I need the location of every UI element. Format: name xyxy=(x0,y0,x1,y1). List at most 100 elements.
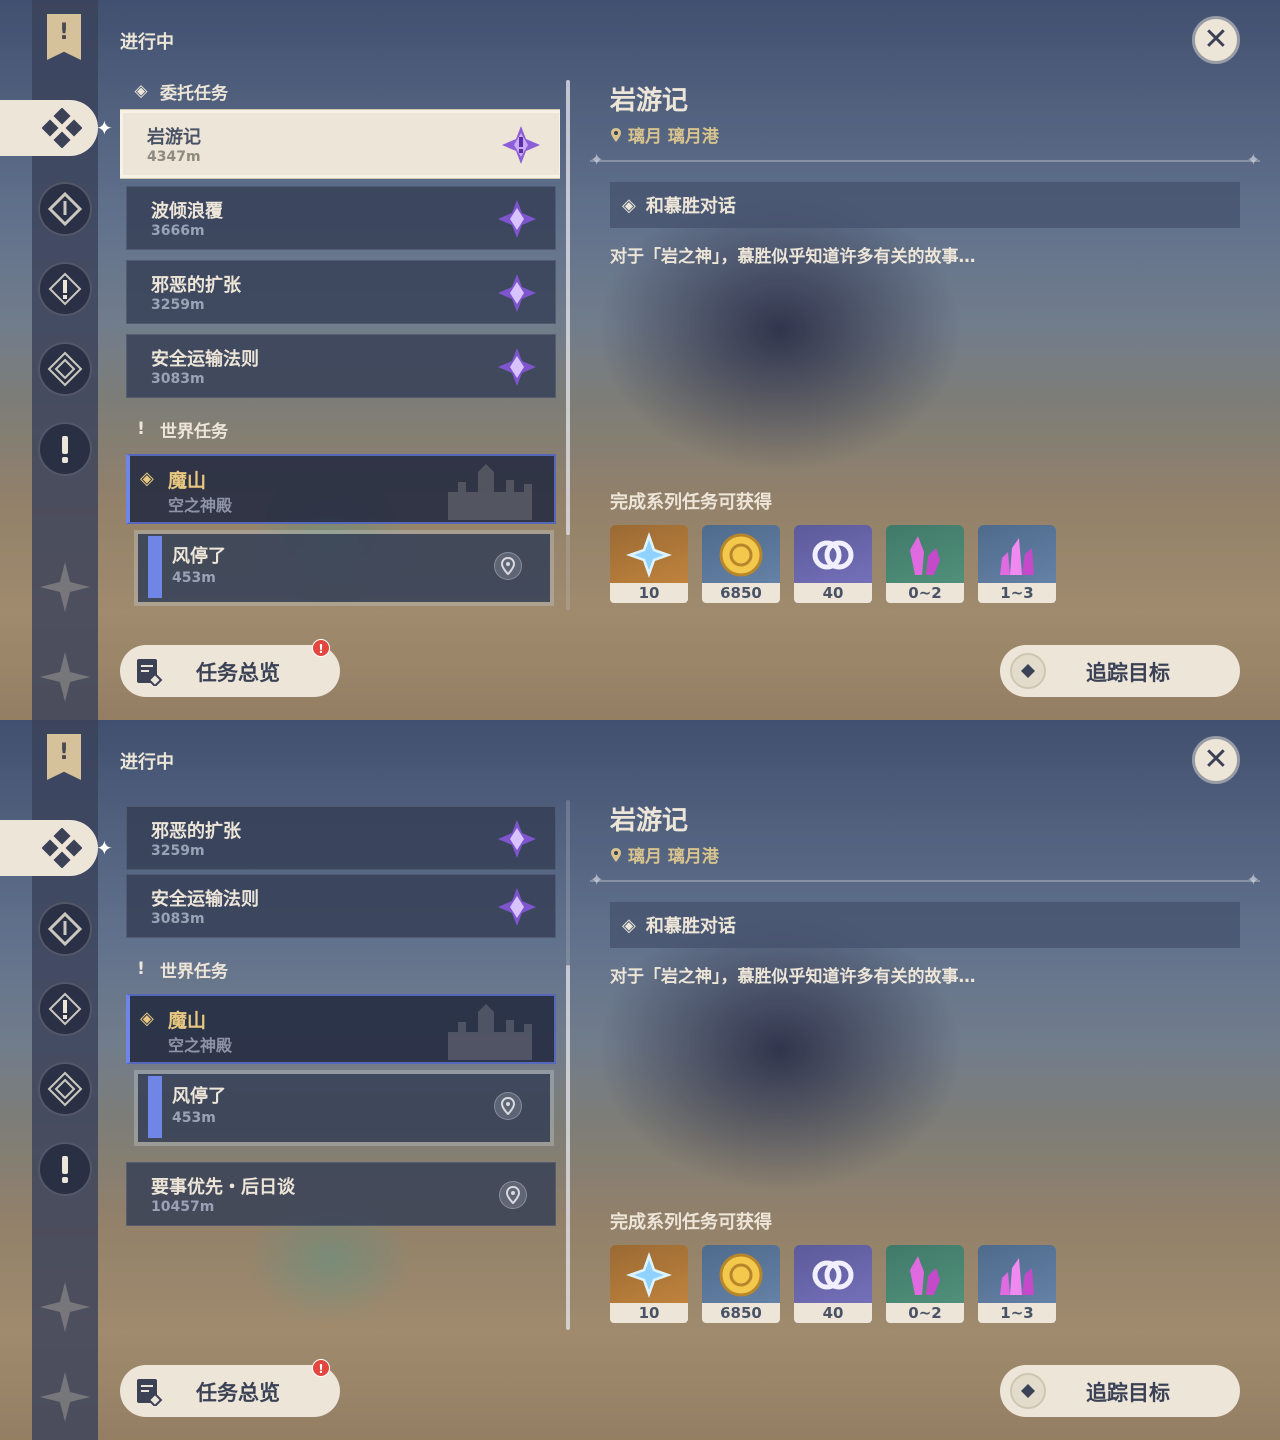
reward-crystal-chunk[interactable]: 0~2 xyxy=(886,1245,964,1323)
reward-friendship-exp[interactable]: 40 xyxy=(794,1245,872,1323)
tab-event-quests[interactable] xyxy=(38,1142,92,1196)
sparkle-icon: ✦ xyxy=(96,836,113,860)
tab-world-quests[interactable] xyxy=(38,982,92,1036)
location-pin-icon[interactable] xyxy=(499,1181,527,1209)
tab-commission-quests[interactable]: ✦ xyxy=(0,820,113,876)
commission-tab-icon xyxy=(42,108,82,148)
tab-story-quests[interactable] xyxy=(38,182,92,236)
scrollbar-thumb[interactable] xyxy=(566,965,570,1330)
reward-label: 完成系列任务可获得 xyxy=(610,492,772,513)
reward-list: 10 6850 40 0~2 1~3 xyxy=(610,525,1056,603)
scrollbar-thumb[interactable] xyxy=(566,80,570,535)
track-target-button[interactable]: 追踪目标 xyxy=(1000,1365,1240,1417)
reward-crystal-chunk[interactable]: 0~2 xyxy=(886,525,964,603)
location-pin-icon[interactable] xyxy=(494,552,522,580)
exclamation-icon xyxy=(62,1156,68,1183)
close-button[interactable]: ✕ xyxy=(1192,16,1240,64)
divider xyxy=(590,150,1260,169)
exclamation-icon: ! xyxy=(137,959,145,979)
subquest-accent-bar xyxy=(148,536,162,598)
quest-list[interactable]: ◈ 委托任务 岩游记 4347m 波倾浪覆 3666m 邪恶的扩张 3259m … xyxy=(120,70,560,630)
quest-item-boqing[interactable]: 波倾浪覆 3666m xyxy=(126,186,556,250)
quest-distance: 453m xyxy=(172,1110,216,1126)
commission-quest-icon xyxy=(502,126,540,164)
quest-name: 魔山 xyxy=(168,1010,207,1032)
tab-event-quests[interactable] xyxy=(38,422,92,476)
quest-book-icon xyxy=(137,1379,163,1406)
quest-objective: ◈ 和慕胜对话 xyxy=(610,902,1240,948)
notification-badge: ! xyxy=(312,639,330,657)
reward-primogem[interactable]: 10 xyxy=(610,525,688,603)
decorative-star-icon xyxy=(40,652,90,702)
quest-description: 对于「岩之神」，慕胜似乎知道许多有关的故事… xyxy=(610,247,976,267)
tab-story-quests[interactable] xyxy=(38,902,92,956)
close-icon: ✕ xyxy=(1203,22,1229,57)
button-label: 任务总览 xyxy=(196,1381,280,1405)
tab-commission-quests[interactable]: ✦ xyxy=(0,100,113,156)
quest-detail-title: 岩游记 xyxy=(610,86,689,116)
reward-count: 0~2 xyxy=(886,1303,964,1323)
quest-description: 对于「岩之神」，慕胜似乎知道许多有关的故事… xyxy=(610,967,976,987)
quest-location: 璃月 璃月港 xyxy=(610,122,719,147)
exclamation-icon xyxy=(62,436,68,463)
quest-item-anquan[interactable]: 安全运输法则 3083m xyxy=(126,874,556,938)
section-world: ! 世界任务 xyxy=(130,414,228,444)
close-icon: ✕ xyxy=(1203,742,1229,777)
reward-primogem[interactable]: 10 xyxy=(610,1245,688,1323)
close-button[interactable]: ✕ xyxy=(1192,736,1240,784)
reward-friendship-exp[interactable]: 40 xyxy=(794,525,872,603)
story-quest-icon xyxy=(47,191,83,227)
quest-overview-button[interactable]: 任务总览 ! xyxy=(120,1359,340,1417)
quest-name: 风停了 xyxy=(172,1086,226,1107)
section-world: ! 世界任务 xyxy=(130,954,228,984)
sparkle-icon: ✦ xyxy=(96,116,113,140)
track-diamond-icon xyxy=(1010,653,1046,689)
location-text: 璃月 璃月港 xyxy=(628,127,719,147)
commission-tab-icon xyxy=(42,828,82,868)
track-target-button[interactable]: 追踪目标 xyxy=(1000,645,1240,697)
subquest-frame: 风停了 453m xyxy=(134,1070,554,1146)
reward-count: 1~3 xyxy=(978,1303,1056,1323)
mora-icon xyxy=(719,1253,763,1297)
section-label: 世界任务 xyxy=(160,961,228,982)
tab-archon-quests[interactable] xyxy=(38,342,92,396)
quest-item-fengting[interactable]: 风停了 453m xyxy=(138,1074,550,1142)
quest-distance: 3259m xyxy=(151,843,205,859)
reward-count: 10 xyxy=(610,1303,688,1323)
quest-name: 邪恶的扩张 xyxy=(151,275,241,296)
reward-mora[interactable]: 6850 xyxy=(702,1245,780,1323)
button-label: 追踪目标 xyxy=(1086,1381,1170,1405)
quest-overview-button[interactable]: 任务总览 ! xyxy=(120,639,340,697)
crystal-cluster-icon xyxy=(1000,538,1034,575)
quest-name: 要事优先・后日谈 xyxy=(151,1177,295,1198)
quest-item-moshan[interactable]: ◈ 魔山 空之神殿 xyxy=(126,994,556,1064)
mora-icon xyxy=(719,533,763,577)
quest-item-anquan[interactable]: 安全运输法则 3083m xyxy=(126,334,556,398)
subquest-frame: 风停了 453m xyxy=(134,530,554,606)
primogem-icon xyxy=(626,532,672,578)
quest-item-yanyouji[interactable]: 岩游记 4347m xyxy=(120,110,560,178)
location-pin-icon[interactable] xyxy=(494,1092,522,1120)
primogem-icon xyxy=(626,1252,672,1298)
commission-quest-icon xyxy=(498,274,536,312)
reward-count: 10 xyxy=(610,583,688,603)
castle-watermark-icon xyxy=(448,464,532,520)
tab-archon-quests[interactable] xyxy=(38,1062,92,1116)
quest-item-yaoshi[interactable]: 要事优先・后日谈 10457m xyxy=(126,1162,556,1226)
track-diamond-icon xyxy=(1010,1373,1046,1409)
quest-distance: 3083m xyxy=(151,371,205,387)
reward-count: 6850 xyxy=(702,1303,780,1323)
reward-crystal-cluster[interactable]: 1~3 xyxy=(978,525,1056,603)
quest-item-xiee[interactable]: 邪恶的扩张 3259m xyxy=(126,260,556,324)
quest-distance: 3666m xyxy=(151,223,205,239)
button-label: 追踪目标 xyxy=(1086,661,1170,685)
quest-item-moshan[interactable]: ◈ 魔山 空之神殿 xyxy=(126,454,556,524)
reward-crystal-cluster[interactable]: 1~3 xyxy=(978,1245,1056,1323)
archon-quest-icon xyxy=(47,1071,83,1107)
reward-count: 1~3 xyxy=(978,583,1056,603)
quest-item-xiee[interactable]: 邪恶的扩张 3259m xyxy=(126,806,556,870)
quest-item-fengting[interactable]: 风停了 453m xyxy=(138,534,550,602)
reward-mora[interactable]: 6850 xyxy=(702,525,780,603)
tab-world-quests[interactable] xyxy=(38,262,92,316)
quest-list[interactable]: 邪恶的扩张 3259m 安全运输法则 3083m ! 世界任务 ◈ 魔山 空之神… xyxy=(120,790,560,1350)
